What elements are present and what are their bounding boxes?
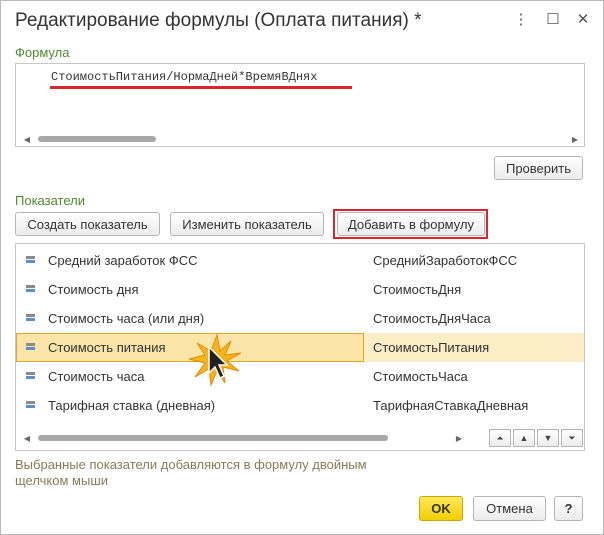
list-item[interactable]: Тарифная ставка (дневная) ТарифнаяСтавка… — [16, 391, 584, 420]
list-item[interactable]: Средний заработок ФСС СреднийЗаработокФС… — [16, 246, 584, 275]
list-item[interactable]: Стоимость часа СтоимостьЧаса — [16, 362, 584, 391]
formula-section-label: Формула — [15, 45, 70, 60]
formula-editor-window: Редактирование формулы (Оплата питания) … — [0, 0, 604, 535]
list-horizontal-scrollbar[interactable]: ◀ ▶ — [16, 430, 476, 446]
scroll-right-icon[interactable]: ▶ — [568, 132, 582, 146]
list-item-selected[interactable]: Стоимость питания СтоимостьПитания — [16, 333, 584, 362]
indicator-icon — [26, 256, 35, 263]
scroll-left-icon[interactable]: ◀ — [20, 132, 34, 146]
scroll-thumb[interactable] — [38, 435, 388, 441]
indicator-icon — [26, 372, 35, 379]
indicator-code: СтоимостьПитания — [373, 340, 490, 355]
indicators-list[interactable]: Средний заработок ФСС СреднийЗаработокФС… — [15, 243, 585, 451]
close-icon[interactable]: ✕ — [571, 7, 595, 31]
indicator-code: СтоимостьДня — [373, 282, 462, 297]
indicator-name: Стоимость питания — [48, 340, 166, 355]
indicator-code: ТарифнаяСтавкаДневная — [373, 398, 529, 413]
create-indicator-button[interactable]: Создать показатель — [15, 212, 160, 236]
indicator-icon — [26, 285, 35, 292]
cancel-button[interactable]: Отмена — [473, 496, 546, 521]
scroll-thumb[interactable] — [38, 136, 156, 142]
indicator-icon — [26, 314, 35, 321]
indicator-name: Стоимость дня — [48, 282, 139, 297]
formula-red-underline — [50, 86, 352, 89]
hint-text: Выбранные показатели добавляются в форму… — [15, 457, 367, 488]
move-down-icon[interactable]: ▼ — [537, 429, 559, 447]
indicator-icon — [26, 343, 35, 350]
ok-button[interactable]: OK — [419, 496, 463, 521]
indicator-name: Тарифная ставка (дневная) — [48, 398, 216, 413]
maximize-icon[interactable]: ☐ — [541, 7, 565, 31]
scroll-right-icon[interactable]: ▶ — [452, 431, 466, 445]
indicator-name: Средний заработок ФСС — [48, 253, 198, 268]
window-title: Редактирование формулы (Оплата питания) … — [15, 10, 422, 31]
indicator-icon — [26, 401, 35, 408]
click-highlight-cursor-icon — [188, 333, 242, 387]
list-item[interactable]: Стоимость дня СтоимостьДня — [16, 275, 584, 304]
indicator-code: СтоимостьДняЧаса — [373, 311, 491, 326]
formula-text: СтоимостьПитания/НормаДней*ВремяВДнях — [51, 70, 318, 84]
formula-textarea[interactable]: СтоимостьПитания/НормаДней*ВремяВДнях ◀ … — [15, 63, 585, 147]
move-to-bottom-icon[interactable]: ⏷ — [561, 429, 583, 447]
more-menu-icon[interactable]: ⋮ — [509, 7, 533, 31]
indicator-code: СтоимостьЧаса — [373, 369, 468, 384]
move-up-icon[interactable]: ▲ — [513, 429, 535, 447]
indicator-name: Стоимость часа (или дня) — [48, 311, 205, 326]
edit-indicator-button[interactable]: Изменить показатель — [170, 212, 324, 236]
indicator-code: СреднийЗаработокФСС — [373, 253, 518, 268]
add-button-red-highlight — [333, 209, 488, 239]
indicator-name: Стоимость часа — [48, 369, 145, 384]
list-item[interactable]: Стоимость часа (или дня) СтоимостьДняЧас… — [16, 304, 584, 333]
move-to-top-icon[interactable]: ⏶ — [489, 429, 511, 447]
scroll-left-icon[interactable]: ◀ — [20, 431, 34, 445]
help-button[interactable]: ? — [554, 496, 583, 521]
formula-horizontal-scrollbar[interactable]: ◀ ▶ — [16, 132, 584, 146]
check-button[interactable]: Проверить — [494, 156, 583, 180]
indicators-section-label: Показатели — [15, 193, 85, 208]
